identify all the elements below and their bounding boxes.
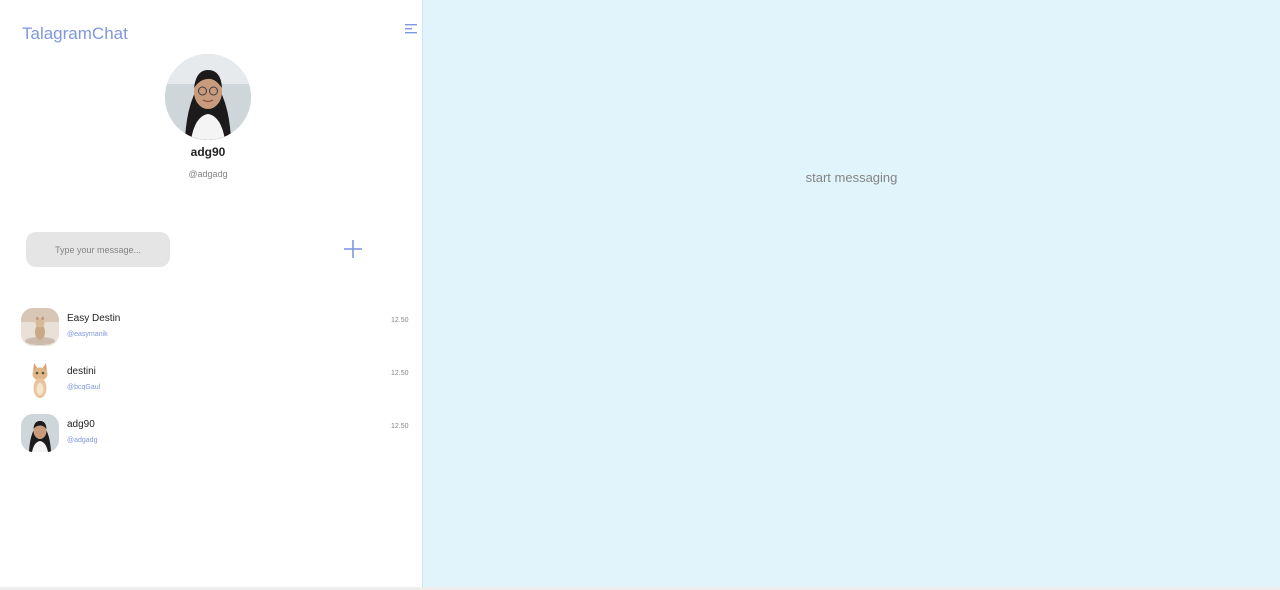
chat-list-item[interactable]: adg90 @adgadg 12.50 [0,412,423,465]
chat-panel: start messaging [423,0,1280,587]
chat-name: Easy Destin [67,313,121,324]
chat-list-item[interactable]: Easy Destin @easymanik 12.50 [0,306,423,359]
chat-time: 12.50 [391,423,409,430]
app-window: TalagramChat adg90 @adgadg Type your mes… [0,0,1280,587]
chat-avatar [21,308,59,346]
menu-lines-icon[interactable] [404,22,418,36]
profile-card: adg90 @adgadg [0,54,416,179]
profile-handle: @adgadg [188,169,228,179]
chat-name: destini [67,366,96,377]
profile-avatar[interactable] [165,54,251,140]
plus-icon[interactable] [343,239,363,259]
app-title: TalagramChat [22,24,128,43]
chat-handle: @bcqGaul [67,384,101,391]
chat-time: 12.50 [391,317,409,324]
chat-time: 12.50 [391,370,409,377]
chat-avatar [21,414,59,452]
chat-handle: @easymanik [67,331,108,338]
chat-avatar [21,361,59,399]
chat-list-item[interactable]: destini @bcqGaul 12.50 [0,359,423,412]
sidebar: TalagramChat adg90 @adgadg Type your mes… [0,0,423,587]
search-input[interactable] [55,244,165,255]
empty-state-text: start messaging [805,170,898,185]
chat-handle: @adgadg [67,437,98,444]
search-field[interactable] [26,232,170,267]
chat-name: adg90 [67,419,95,430]
chat-list: Easy Destin @easymanik 12.50 destini @bc… [0,306,423,465]
profile-name: adg90 [190,145,226,159]
